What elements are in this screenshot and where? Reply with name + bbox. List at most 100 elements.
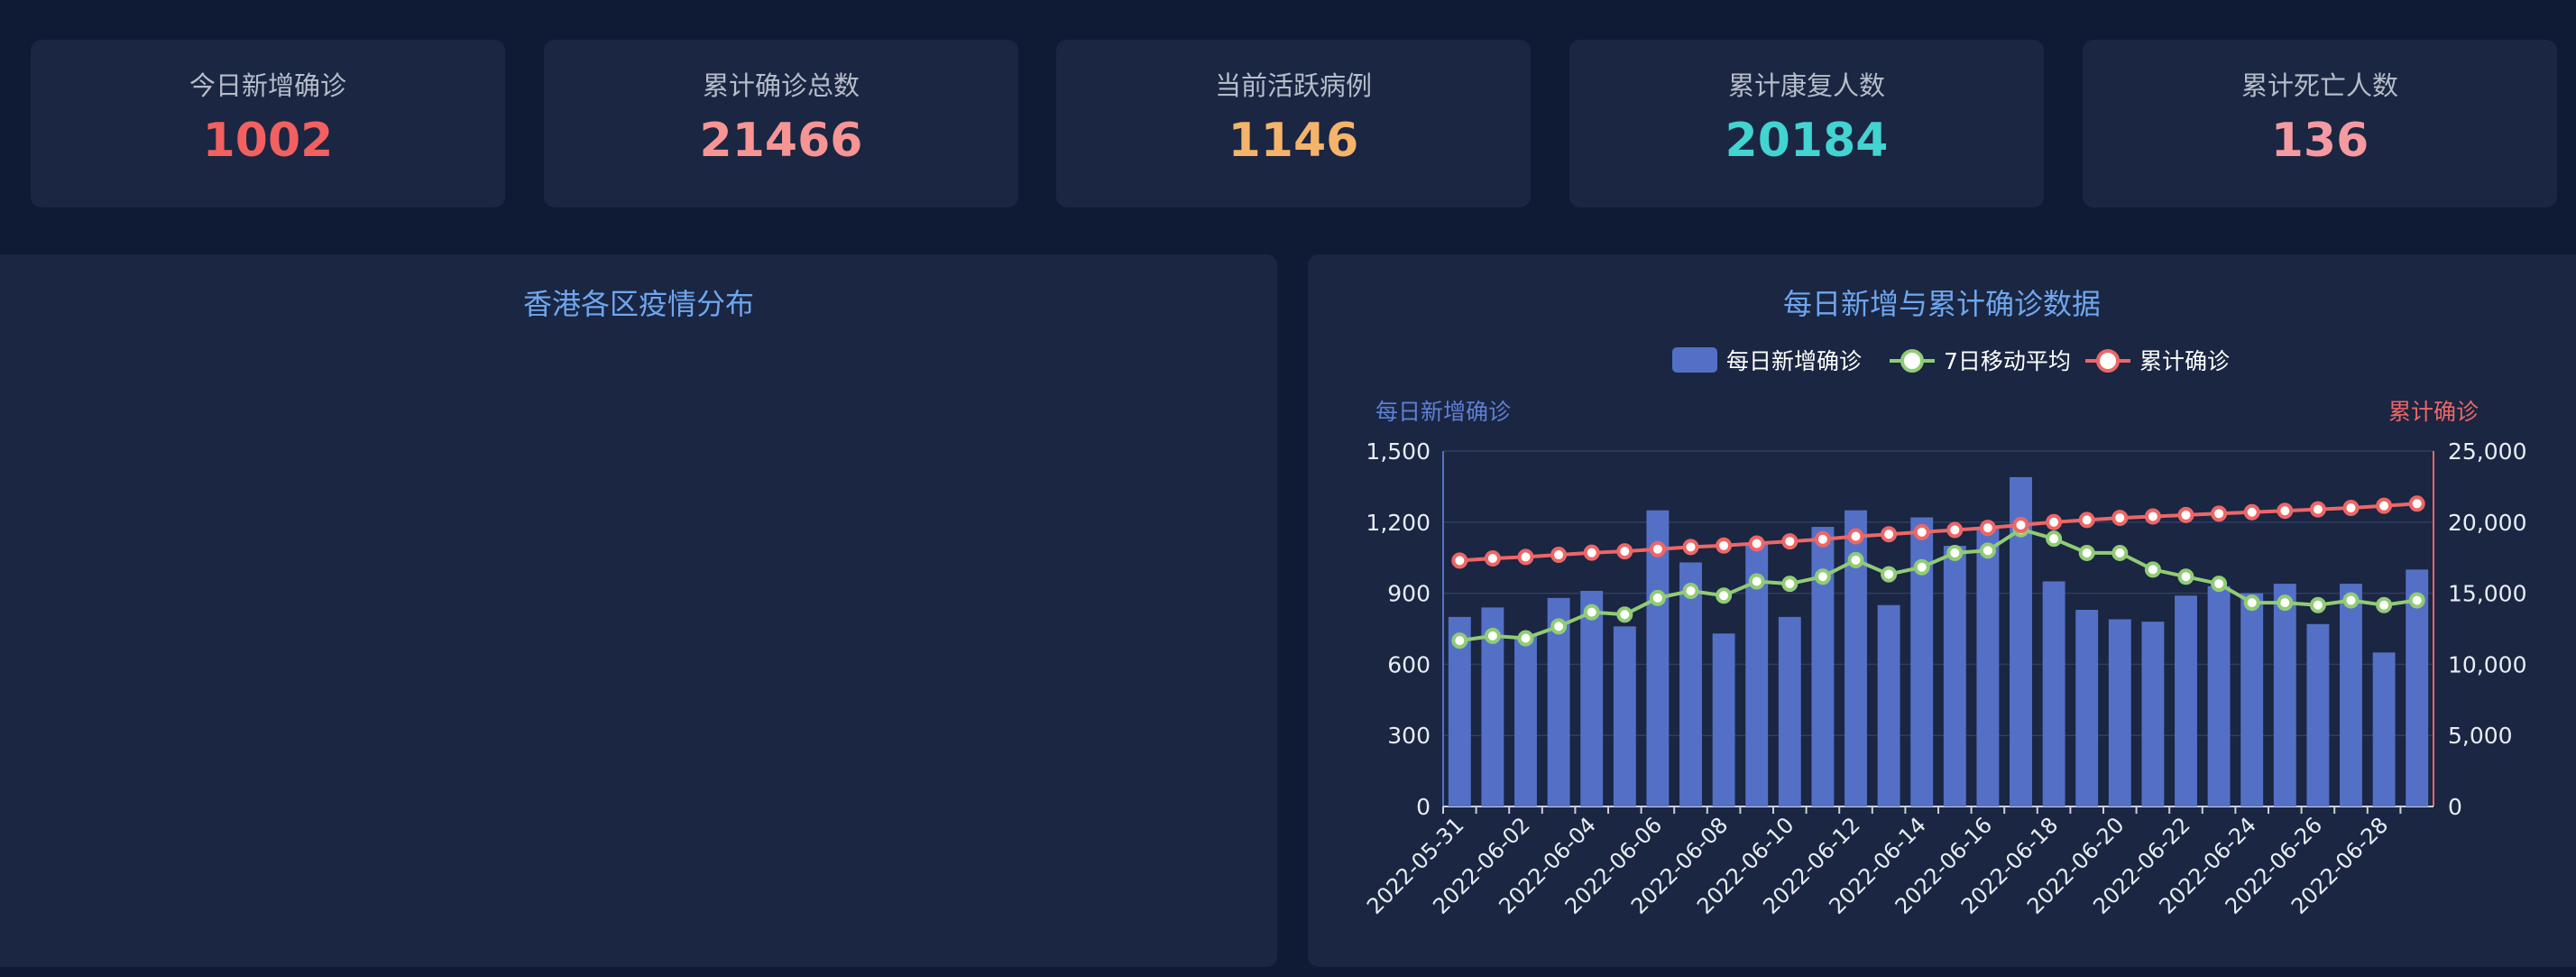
series-point xyxy=(1946,521,1964,539)
series-point xyxy=(2408,495,2425,512)
series-point xyxy=(1814,530,1831,548)
series-point xyxy=(2046,513,2063,530)
series-point xyxy=(1616,543,1633,560)
series-point xyxy=(2177,506,2194,523)
series-point xyxy=(2144,561,2161,578)
series-point xyxy=(2376,596,2393,613)
bar xyxy=(2108,619,2131,806)
bar xyxy=(1976,527,2000,806)
series-point xyxy=(2342,500,2360,517)
y-left-tick-label: 1,500 xyxy=(1366,438,1431,465)
legend-swatch-bar xyxy=(1672,347,1717,373)
series-point xyxy=(1881,566,1898,583)
series-point xyxy=(1451,552,1468,569)
y-left-tick-label: 300 xyxy=(1387,723,1431,749)
series-point xyxy=(2046,530,2063,548)
bar xyxy=(1679,562,1702,806)
bar xyxy=(2141,622,2165,806)
y-axis-left-title: 每日新增确诊 xyxy=(1375,399,1511,425)
bar xyxy=(1877,604,1900,806)
bar xyxy=(1514,635,1537,806)
series-point xyxy=(2111,544,2129,561)
bar xyxy=(2340,584,2362,806)
series-point xyxy=(1550,547,1568,564)
series-point xyxy=(1748,535,1765,552)
bar xyxy=(2273,584,2296,806)
series-point xyxy=(1583,544,1600,561)
series-point xyxy=(2111,510,2129,527)
series-point xyxy=(2408,592,2425,609)
bar xyxy=(1613,626,1636,806)
legend-swatch-marker xyxy=(1900,349,1924,373)
series-point xyxy=(1979,542,1996,559)
series-point xyxy=(1847,551,1864,568)
series-point xyxy=(1781,576,1799,593)
series-point xyxy=(1913,523,1930,540)
series-point xyxy=(1649,540,1666,558)
series-point xyxy=(1847,528,1864,545)
series-point xyxy=(1946,544,1964,561)
bar xyxy=(2240,593,2264,806)
series-point xyxy=(2309,501,2326,518)
series-point xyxy=(2177,568,2194,585)
series-point xyxy=(1484,549,1501,567)
series-point xyxy=(1979,520,1996,537)
bar xyxy=(2175,595,2197,806)
y-right-tick-label: 15,000 xyxy=(2448,581,2526,607)
series-point xyxy=(1517,548,1534,566)
series-point xyxy=(1781,533,1799,550)
legend-swatch-marker xyxy=(2096,349,2120,373)
series-point xyxy=(1716,537,1733,554)
series-point xyxy=(2342,592,2360,609)
series-point xyxy=(1716,587,1733,604)
series-point xyxy=(2243,594,2260,612)
series-point xyxy=(2211,576,2228,593)
bar xyxy=(2075,609,2099,806)
series-point xyxy=(1649,589,1666,606)
series-point xyxy=(1748,573,1765,590)
series-point xyxy=(1881,526,1898,543)
series-point xyxy=(2144,508,2161,525)
series-point xyxy=(1517,630,1534,647)
series-point xyxy=(1913,558,1930,576)
bar xyxy=(1712,633,1735,806)
series-point xyxy=(1550,618,1568,635)
y-left-tick-label: 900 xyxy=(1387,581,1431,607)
series-point xyxy=(2309,596,2326,613)
series-point xyxy=(2211,505,2228,522)
series-point xyxy=(1682,582,1699,599)
series-point xyxy=(2078,512,2095,529)
series-point xyxy=(2243,503,2260,521)
series-point xyxy=(1814,568,1831,585)
series-line xyxy=(1459,527,2417,643)
y-left-tick-label: 1,200 xyxy=(1366,510,1431,536)
bar xyxy=(2306,623,2330,806)
y-right-tick-label: 5,000 xyxy=(2448,723,2513,749)
legend-label: 累计确诊 xyxy=(2139,348,2230,374)
series-point xyxy=(2012,516,2029,533)
series-line xyxy=(1459,502,2417,563)
series-point xyxy=(2277,502,2294,520)
y-right-tick-label: 20,000 xyxy=(2448,510,2526,536)
bar xyxy=(1580,590,1604,806)
y-left-tick-label: 0 xyxy=(1416,794,1431,820)
y-axis-right-title: 累计确诊 xyxy=(2388,399,2479,425)
y-right-tick-label: 10,000 xyxy=(2448,651,2526,677)
y-left-tick-label: 600 xyxy=(1387,651,1431,677)
series-point xyxy=(1616,606,1633,623)
bar xyxy=(2207,585,2231,806)
bar xyxy=(2372,652,2396,806)
bar xyxy=(2042,581,2065,806)
legend-label: 7日移动平均 xyxy=(1944,348,2071,374)
bar xyxy=(1943,546,1966,806)
daily-cumulative-chart: 0 300 600 900 1,200 1,500 0 5,000 10,000 15,000 20… xyxy=(1362,347,2526,919)
legend-label: 每日新增确诊 xyxy=(1726,348,1862,374)
series-point xyxy=(1484,627,1501,644)
bar xyxy=(1778,616,1801,806)
series-point xyxy=(1583,604,1600,621)
y-right-tick-label: 25,000 xyxy=(2448,438,2526,465)
series-point xyxy=(1682,539,1699,556)
series-point xyxy=(1451,632,1468,650)
series-point xyxy=(2376,497,2393,514)
series-point xyxy=(2277,594,2294,612)
